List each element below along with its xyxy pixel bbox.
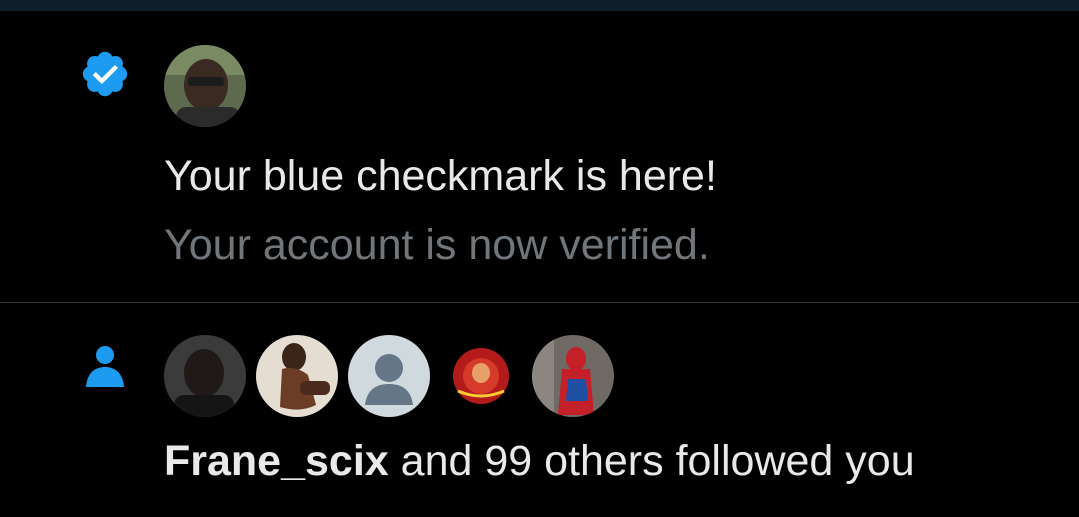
user-avatar[interactable] [164,45,246,127]
top-strip [0,0,1079,11]
notification-title: Your blue checkmark is here! [164,152,717,200]
follow-message: Frane_scix and 99 others followed you [164,436,915,486]
notification-follow[interactable]: Frane_scix and 99 others followed you [0,303,1079,517]
follower-avatar-default[interactable] [348,335,430,417]
follower-avatar[interactable] [440,335,522,417]
notification-subtitle: Your account is now verified. [164,221,710,269]
person-icon [79,341,131,393]
follower-username[interactable]: Frane_scix [164,437,389,485]
notification-verified[interactable]: Your blue checkmark is here! Your accoun… [0,11,1079,302]
follower-avatar[interactable] [164,335,246,417]
follow-message-text: and 99 others followed you [388,437,915,485]
follower-avatar[interactable] [532,335,614,417]
follower-avatar[interactable] [256,335,338,417]
verified-badge-icon [79,48,131,100]
